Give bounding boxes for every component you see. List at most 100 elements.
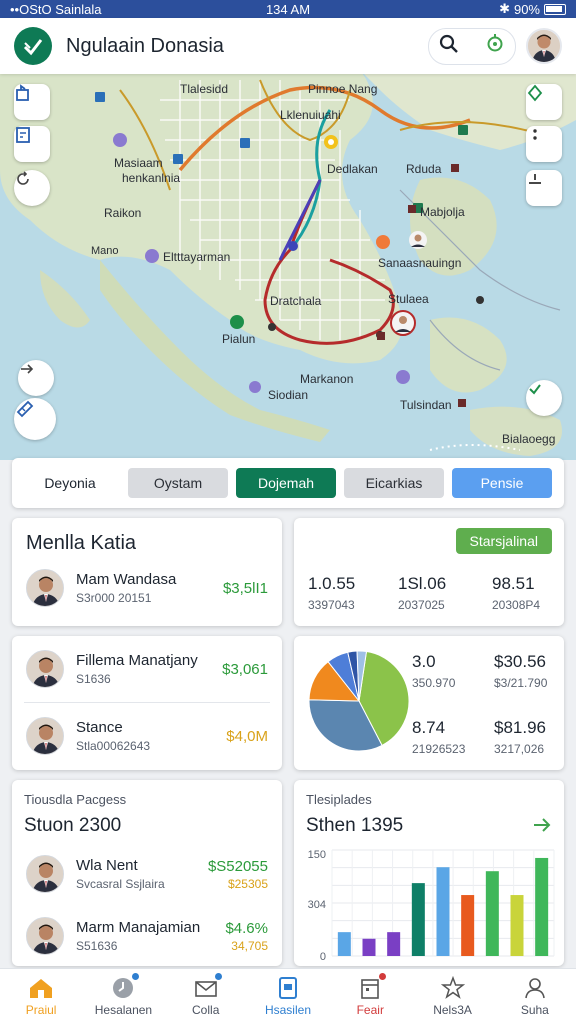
list-item[interactable]: Wla Nent Svcasral Ssjlaira $S52055 $2530… [12, 843, 282, 905]
app-logo-icon[interactable] [14, 27, 52, 65]
stat-block: 98.51 20308P4 [492, 574, 540, 612]
segment-oystam[interactable]: Oystam [128, 468, 228, 498]
stat-value: 8.74 [412, 718, 446, 737]
avatar [26, 650, 64, 688]
person-name: Mam Wandasa [76, 571, 177, 588]
map-label-markanon: Markanon [300, 372, 354, 386]
map-label-tulsindan: Tulsindan [400, 398, 452, 412]
map-layer-button[interactable] [14, 84, 50, 120]
nav-item-nels3a[interactable]: Nels3A [411, 969, 493, 1024]
card-title: Menlla Katia [26, 532, 137, 554]
map-zoom-out-button[interactable] [526, 170, 562, 206]
person-sub: S51636 [76, 939, 118, 953]
bar-2 [387, 932, 401, 956]
list-item[interactable]: Fillema Manatjany S1636 $3,061 [12, 636, 282, 702]
stat-value: 1.0.55 [308, 574, 356, 593]
nav-label: Praiul [25, 1003, 57, 1017]
bar-chart: 150 304 0 [308, 849, 555, 963]
stat-sub: 3217,026 [494, 742, 545, 756]
segment-eicarkias[interactable]: Eicarkias [344, 468, 444, 498]
person-text: Mam Wandasa S3r000 20151 [76, 571, 223, 605]
map-label-siodian: Siodian [268, 388, 309, 402]
list-item[interactable]: Stance Stla00062643 $4,0M [12, 703, 282, 769]
nav-label: Feair [356, 1003, 384, 1017]
map-measure-button[interactable] [14, 398, 56, 440]
chat-icon [110, 973, 140, 1000]
card-menlla-katia: Menlla Katia Mam Wandasa S3r000 20151 $3… [12, 518, 282, 626]
nav-item-hesalanen[interactable]: Hesalanen [82, 969, 164, 1024]
nav-label: Hesalanen [94, 1003, 153, 1017]
map-label-stulaea: Stulaea [388, 292, 429, 306]
map-compass-button[interactable] [526, 84, 562, 120]
search-icon[interactable] [439, 34, 459, 59]
map-label-sanaasnauingn: Sanaasnauingn [378, 256, 462, 270]
card-bar-chart: Tlesiplades Sthen 1395 150 304 0 [294, 780, 564, 966]
person-text: Marm Manajamian S51636 [76, 919, 225, 953]
nav-item-suha[interactable]: Suha [494, 969, 576, 1024]
notification-dot [214, 973, 222, 980]
card-stuon: Tiousdla Pacgess Stuon 2300 Wla Nent Svc… [12, 780, 282, 966]
map-refresh-button[interactable] [14, 170, 50, 206]
bar-0 [337, 932, 351, 956]
stat-sub: $3/21.790 [494, 676, 548, 690]
amount-block: $4.6% 34,705 [225, 920, 268, 953]
card-statistics: Starsjalinal 1.0.55 3397043 1Sl.06 20370… [294, 518, 564, 626]
stat-block: 1Sl.06 2037025 [398, 574, 446, 612]
stat-value: $30.56 [494, 652, 546, 671]
person-sub: S1636 [76, 672, 111, 686]
amount-secondary: 34,705 [231, 938, 268, 953]
map-more-button[interactable] [526, 126, 562, 162]
person-sub: Svcasral Ssjlaira [76, 877, 165, 891]
card-label: Tlesiplades [306, 792, 372, 807]
nav-item-feair[interactable]: Feair [329, 969, 411, 1024]
segment-deyonia[interactable]: Deyonia [20, 475, 120, 491]
stat-value: 3.0 [412, 652, 436, 671]
map-label-tlalesidd: Tlalesidd [180, 82, 229, 96]
map-label-pinnoe-nang: Pinnoe Nang [308, 82, 378, 96]
map-arrow-button[interactable] [18, 360, 54, 396]
person-name: Fillema Manatjany [76, 652, 198, 669]
avatar [26, 917, 64, 955]
nav-item-colla[interactable]: Colla [165, 969, 247, 1024]
amount-secondary: $25305 [227, 876, 268, 891]
stat-value: 98.51 [492, 574, 535, 593]
list-item[interactable]: Marm Manajamian S51636 $4.6% 34,705 [12, 905, 282, 966]
segment-dojemah[interactable]: Dojemah [236, 468, 336, 498]
person-text: Fillema Manatjany S1636 [76, 652, 222, 686]
nav-item-hsasilen[interactable]: Hsasilen [247, 969, 329, 1024]
y-tick-label: 304 [308, 899, 326, 911]
mail-icon [193, 973, 222, 1000]
home-icon [28, 976, 54, 1000]
bottom-nav: Praiul Hesalanen Colla Hsasilen Feair Ne… [0, 968, 576, 1024]
location-target-icon[interactable] [485, 33, 505, 59]
card-pie-stats: 3.0 350.970 $30.56 $3/21.790 8.74 219265… [294, 636, 564, 770]
amount: $3,061 [222, 660, 268, 678]
calendar-icon [357, 973, 387, 1000]
status-badge[interactable]: Starsjalinal [455, 528, 552, 554]
amount: $4.6% [225, 919, 268, 937]
user-avatar[interactable] [526, 28, 562, 64]
stat-value: $81.96 [494, 718, 546, 737]
map-confirm-button[interactable] [526, 380, 562, 416]
nav-label: Suha [520, 1003, 549, 1017]
map-label-masiaam: Masiaam [114, 156, 163, 170]
amount: $3,5lI1 [222, 579, 268, 597]
segment-pensie[interactable]: Pensie [452, 468, 552, 498]
map-label-rduda: Rduda [406, 162, 442, 176]
star-icon [440, 976, 466, 1000]
list-item[interactable]: Mam Wandasa S3r000 20151 $3,5lI1 [12, 559, 282, 617]
card-title: Sthen 1395 [306, 815, 404, 836]
battery-icon [544, 3, 566, 15]
avatar [26, 717, 64, 755]
person-sub: Stla00062643 [76, 739, 151, 753]
map-view[interactable]: Tlalesidd Pinnoe Nang Lklenuiuahi Masiaa… [0, 70, 576, 460]
amount: $S52055 [207, 857, 268, 875]
map-label-lklenuiuahi: Lklenuiuahi [280, 108, 341, 122]
card-label: Tiousdla Pacgess [24, 792, 127, 807]
map-calculator-button[interactable] [14, 126, 50, 162]
y-tick-label: 150 [308, 849, 326, 861]
profile-icon [522, 976, 548, 1000]
arrow-right-icon[interactable] [532, 816, 552, 839]
nav-item-praiul[interactable]: Praiul [0, 969, 82, 1024]
stat-sub: 21926523 [412, 742, 466, 756]
